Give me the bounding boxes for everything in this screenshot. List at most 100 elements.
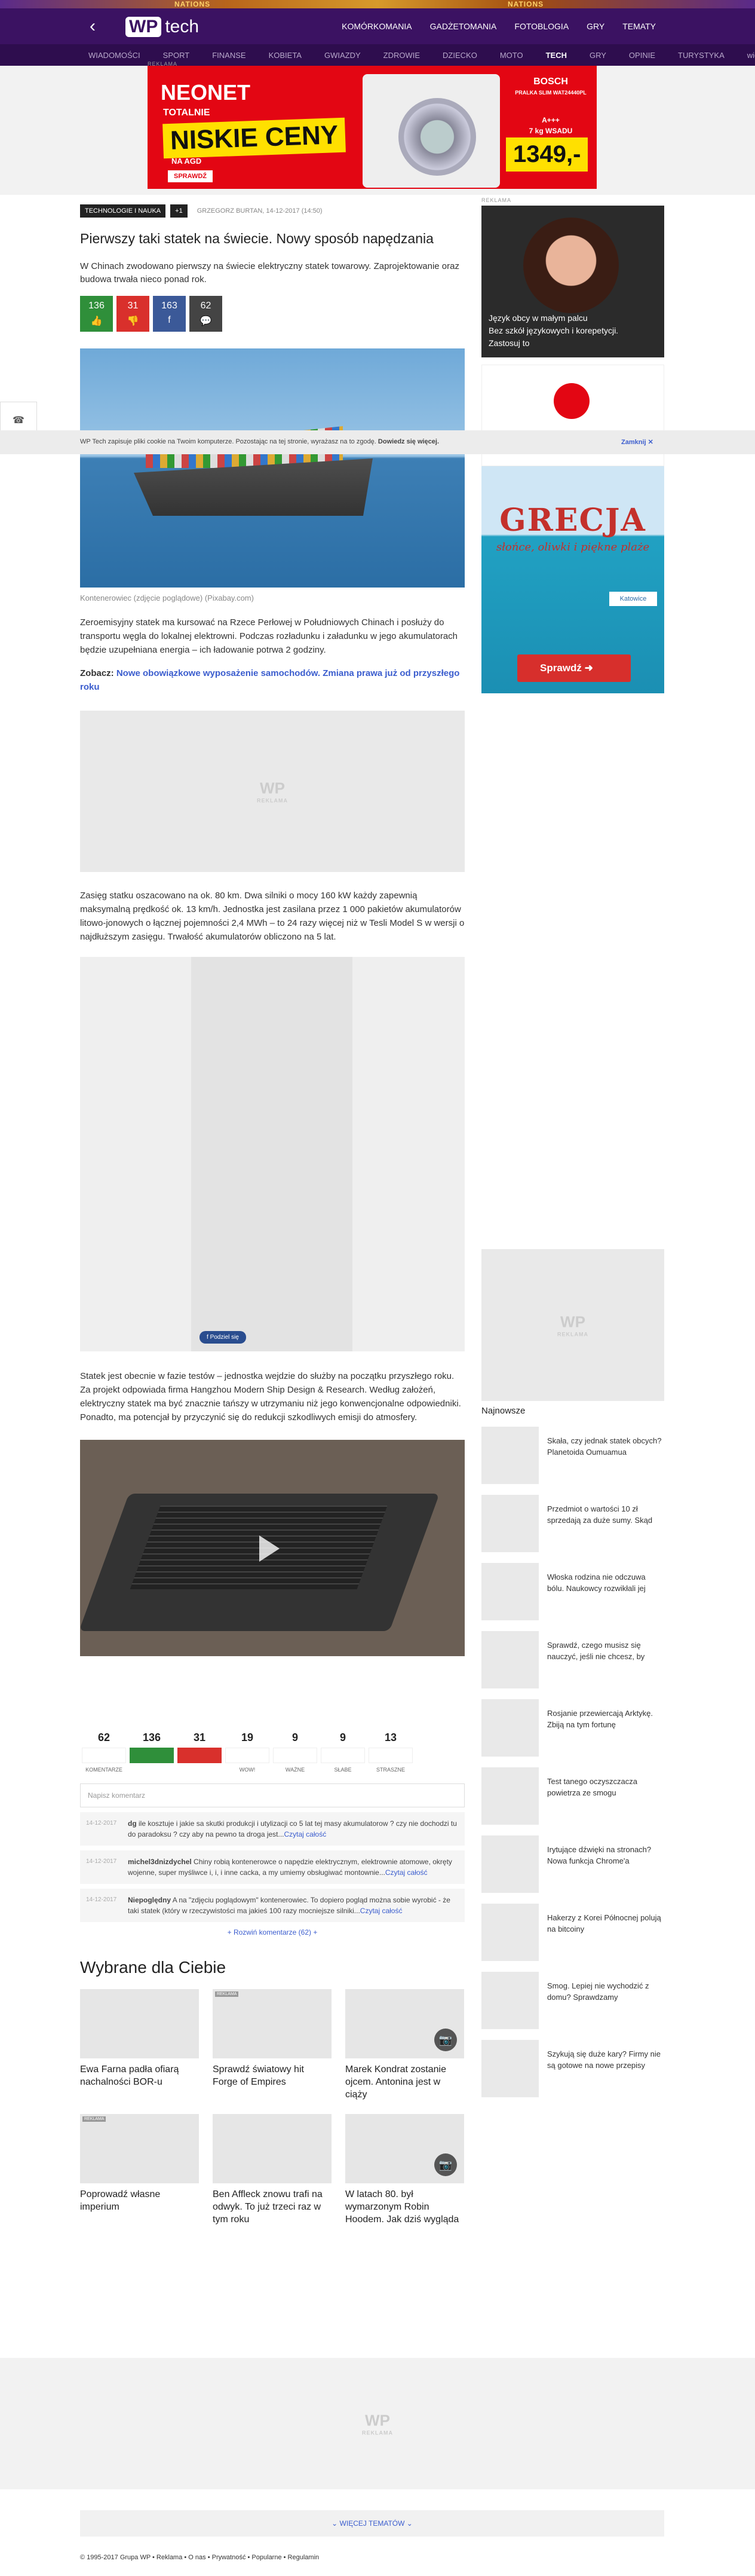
recommended-title[interactable]: Marek Kondrat zostanie ojcem. Antonina j… bbox=[345, 2063, 464, 2101]
sidebar-ad-language[interactable]: Język obcy w małym palcu Bez szkół języko… bbox=[481, 206, 664, 357]
reaction[interactable]: 136 bbox=[128, 1731, 176, 1773]
category-tag[interactable]: TECHNOLOGIE I NAUKA bbox=[80, 204, 166, 218]
video-player[interactable] bbox=[80, 1440, 465, 1656]
recommended-image[interactable] bbox=[80, 1989, 199, 2058]
site-logo[interactable]: WP tech bbox=[125, 14, 199, 38]
newest-item[interactable]: Szykują się duże kary? Firmy nie są goto… bbox=[481, 2040, 664, 2097]
cookie-close-button[interactable]: Zamknij ✕ bbox=[621, 438, 653, 446]
newest-thumb[interactable] bbox=[481, 1972, 539, 2029]
subnav-item[interactable]: ZDROWIE bbox=[383, 51, 420, 60]
ad-cta-button[interactable]: SPRAWDŹ bbox=[168, 170, 213, 182]
back-arrow-icon[interactable]: ‹ bbox=[90, 17, 96, 35]
recommended-title[interactable]: Sprawdź światowy hit Forge of Empires bbox=[213, 2063, 332, 2088]
newest-item[interactable]: Test tanego oczyszczacza powietrza ze sm… bbox=[481, 1767, 664, 1825]
social-button[interactable]: 31 👎 bbox=[116, 296, 149, 332]
reaction-button[interactable] bbox=[369, 1748, 413, 1763]
ad-cta-button[interactable]: Sprawdź ➜ bbox=[517, 654, 631, 682]
newest-item[interactable]: Smog. Lepiej nie wychodzić z domu? Spraw… bbox=[481, 1972, 664, 2029]
recommended-image[interactable]: REKLAMA bbox=[213, 1989, 332, 2058]
social-button[interactable]: 136 👍 bbox=[80, 296, 113, 332]
reaction-button[interactable] bbox=[273, 1748, 317, 1763]
newest-item[interactable]: Rosjanie przewiercają Arktykę. Zbiją na … bbox=[481, 1699, 664, 1757]
newest-title[interactable]: Irytujące dźwięki na stronach? Nowa funk… bbox=[547, 1835, 664, 1893]
reaction-button[interactable] bbox=[130, 1748, 174, 1763]
recommended-item[interactable]: 📷 W latach 80. był wymarzonym Robin Hoode… bbox=[345, 2114, 464, 2226]
newest-thumb[interactable] bbox=[481, 1563, 539, 1620]
newest-title[interactable]: Skała, czy jednak statek obcych? Planeto… bbox=[547, 1427, 664, 1484]
sidebar-ad-greece[interactable]: GRECJA słońce, oliwki i piękne plaże Kat… bbox=[481, 466, 664, 693]
recommended-image[interactable]: 📷 bbox=[345, 2114, 464, 2183]
newest-thumb[interactable] bbox=[481, 1427, 539, 1484]
reaction-button[interactable] bbox=[82, 1748, 126, 1763]
more-topics-button[interactable]: ⌄ WIĘCEJ TEMATÓW ⌄ bbox=[80, 2510, 664, 2537]
topnav-item[interactable]: TEMATY bbox=[622, 22, 656, 31]
subnav-item[interactable]: TURYSTYKA bbox=[678, 51, 725, 60]
newest-item[interactable]: Przedmiot o wartości 10 zł sprzedają za … bbox=[481, 1495, 664, 1552]
newest-thumb[interactable] bbox=[481, 2040, 539, 2097]
subnav-item[interactable]: WIADOMOŚCI bbox=[88, 51, 140, 60]
subnav-item[interactable]: OPINIE bbox=[629, 51, 655, 60]
see-also-link[interactable]: Nowe obowiązkowe wyposażenie samochodów.… bbox=[80, 668, 459, 692]
recommended-image[interactable]: REKLAMA bbox=[80, 2114, 199, 2183]
reaction-button[interactable] bbox=[321, 1748, 365, 1763]
social-button[interactable]: 163 f bbox=[153, 296, 186, 332]
recommended-item[interactable]: REKLAMA Sprawdź światowy hit Forge of Emp… bbox=[213, 1989, 332, 2101]
more-tags-badge[interactable]: +1 bbox=[170, 204, 188, 218]
recommended-title[interactable]: W latach 80. był wymarzonym Robin Hoodem… bbox=[345, 2188, 464, 2226]
newest-title[interactable]: Sprawdź, czego musisz się nauczyć, jeśli… bbox=[547, 1631, 664, 1688]
subnav-item[interactable]: DZIECKO bbox=[443, 51, 477, 60]
newest-thumb[interactable] bbox=[481, 1495, 539, 1552]
comment-input[interactable]: Napisz komentarz bbox=[80, 1783, 465, 1807]
recommended-image[interactable]: 📷 bbox=[345, 1989, 464, 2058]
topnav-item[interactable]: FOTOBLOGIA bbox=[514, 22, 569, 31]
play-icon[interactable] bbox=[259, 1535, 280, 1562]
newest-item[interactable]: Hakerzy z Korei Północnej polują na bitc… bbox=[481, 1904, 664, 1961]
topnav-item[interactable]: GRY bbox=[587, 22, 604, 31]
expand-comments-link[interactable]: + Rozwiń komentarze (62) + bbox=[80, 1928, 465, 1936]
top-advertisement[interactable]: NEONET TOTALNIE NISKIE CENY NA AGD SPRAW… bbox=[148, 66, 597, 189]
read-more-link[interactable]: Czytaj całość bbox=[284, 1830, 327, 1838]
newest-item[interactable]: Skała, czy jednak statek obcych? Planeto… bbox=[481, 1427, 664, 1484]
recommended-image[interactable] bbox=[213, 2114, 332, 2183]
newest-thumb[interactable] bbox=[481, 1904, 539, 1961]
newest-thumb[interactable] bbox=[481, 1631, 539, 1688]
newest-title[interactable]: Przedmiot o wartości 10 zł sprzedają za … bbox=[547, 1495, 664, 1552]
newest-thumb[interactable] bbox=[481, 1699, 539, 1757]
newest-title[interactable]: Test tanego oczyszczacza powietrza ze sm… bbox=[547, 1767, 664, 1825]
recommended-item[interactable]: 📷 Marek Kondrat zostanie ojcem. Antonina … bbox=[345, 1989, 464, 2101]
subnav-item[interactable]: TECH bbox=[546, 51, 567, 60]
read-more-link[interactable]: Czytaj całość bbox=[385, 1868, 428, 1877]
recommended-title[interactable]: Ben Affleck znowu trafi na odwyk. To już… bbox=[213, 2188, 332, 2226]
newest-thumb[interactable] bbox=[481, 1767, 539, 1825]
newest-title[interactable]: Smog. Lepiej nie wychodzić z domu? Spraw… bbox=[547, 1972, 664, 2029]
topnav-item[interactable]: KOMÓRKOMANIA bbox=[342, 22, 412, 31]
subnav-item[interactable]: SPORT bbox=[163, 51, 190, 60]
subnav-item[interactable]: GWIAZDY bbox=[324, 51, 361, 60]
newest-title[interactable]: Rosjanie przewiercają Arktykę. Zbiją na … bbox=[547, 1699, 664, 1757]
read-more-link[interactable]: Czytaj całość bbox=[360, 1907, 403, 1915]
newest-item[interactable]: Irytujące dźwięki na stronach? Nowa funk… bbox=[481, 1835, 664, 1893]
topnav-item[interactable]: GADŻETOMANIA bbox=[430, 22, 497, 31]
subnav-item[interactable]: więcej bbox=[747, 51, 755, 60]
fb-share-button[interactable]: f Podziel się bbox=[200, 1331, 246, 1344]
newest-title[interactable]: Włoska rodzina nie odczuwa bólu. Naukowc… bbox=[547, 1563, 664, 1620]
reaction[interactable]: 9 WAŻNE bbox=[271, 1731, 319, 1773]
newest-title[interactable]: Hakerzy z Korei Północnej polują na bitc… bbox=[547, 1904, 664, 1961]
subnav-item[interactable]: KOBIETA bbox=[269, 51, 302, 60]
subnav-item[interactable]: FINANSE bbox=[212, 51, 245, 60]
recommended-title[interactable]: Poprowadź własne imperium bbox=[80, 2188, 199, 2213]
reaction[interactable]: 9 SŁABE bbox=[319, 1731, 367, 1773]
reaction[interactable]: 31 bbox=[176, 1731, 223, 1773]
recommended-title[interactable]: Ewa Farna padła ofiarą nachalności BOR-u bbox=[80, 2063, 199, 2088]
recommended-item[interactable]: REKLAMA Poprowadź własne imperium bbox=[80, 2114, 199, 2226]
newest-item[interactable]: Włoska rodzina nie odczuwa bólu. Naukowc… bbox=[481, 1563, 664, 1620]
recommended-item[interactable]: Ewa Farna padła ofiarą nachalności BOR-u bbox=[80, 1989, 199, 2101]
subnav-item[interactable]: GRY bbox=[590, 51, 606, 60]
cookie-more-link[interactable]: Dowiedz się więcej. bbox=[378, 438, 439, 445]
reaction-button[interactable] bbox=[225, 1748, 269, 1763]
comment-user[interactable]: dg bbox=[128, 1819, 137, 1828]
reaction[interactable]: 19 WOW! bbox=[223, 1731, 271, 1773]
recommended-item[interactable]: Ben Affleck znowu trafi na odwyk. To już… bbox=[213, 2114, 332, 2226]
reaction[interactable]: 13 STRASZNE bbox=[367, 1731, 415, 1773]
social-button[interactable]: 62 💬 bbox=[189, 296, 222, 332]
